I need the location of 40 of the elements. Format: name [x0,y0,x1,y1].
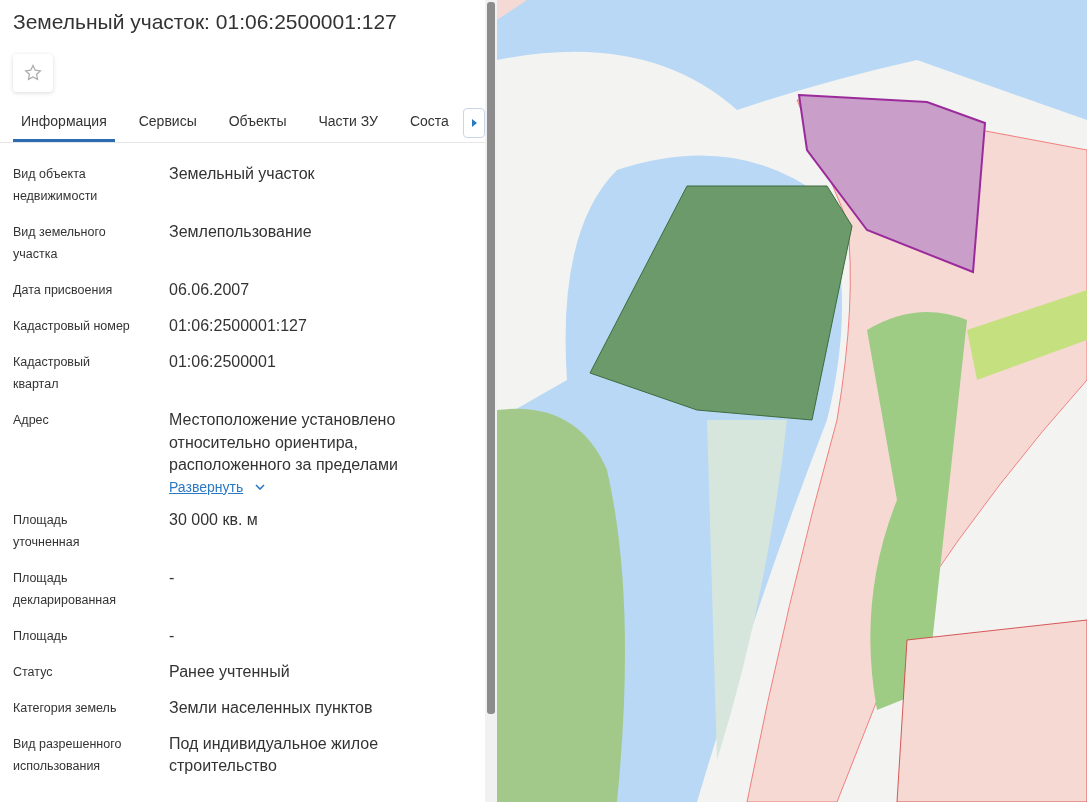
tab[interactable]: Информация [13,104,115,142]
chevron-down-icon [255,483,266,490]
field-label: Категория земель [13,699,118,717]
field-value: Землепользование [169,222,313,242]
field-value: 01:06:2500001 [169,352,277,372]
scrollbar-thumb[interactable] [487,2,495,714]
expand-link[interactable]: Развернуть [169,478,244,495]
tab[interactable]: Сервисы [130,104,205,142]
tab[interactable]: Объекты [220,104,295,142]
field-value: - [169,567,176,588]
caret-icon [470,119,477,127]
field-value: - [169,625,176,646]
field-label: Вид земельного участка [13,224,107,263]
field-label: Площадь декларированная [13,569,117,609]
field-value: 06.06.2007 [169,280,251,300]
field-value: Ранее учтенный [169,661,291,682]
field-label: Дата присвоения [13,282,114,299]
favorite-button[interactable] [13,54,53,92]
field-value: 01:06:2500001:127 [169,316,308,336]
star-icon [23,63,43,83]
field-value: Местоположение установлено [169,410,397,430]
field-label: Площадь [13,627,69,645]
field-value: расположенного за пределами [169,455,399,475]
field-value: Под индивидуальное жилое строительство [169,733,380,776]
scroll-tabs-button[interactable] [462,108,485,138]
field-label: Адрес [13,412,50,429]
field-value: относительно ориентира, [169,432,359,453]
field-label: Вид разрешенного использования [13,735,123,775]
field-label: Площадь уточненная [13,511,81,551]
field-label: Вид объекта недвижимости [13,166,99,205]
tab[interactable]: Части ЗУ [310,104,386,142]
field-label: Статус [13,663,54,681]
field-label: Кадастровый квартал [13,354,91,393]
field-value: Земельный участок [169,164,316,184]
tab[interactable]: Соста [401,104,457,142]
field-value: Земли населенных пунктов [169,697,374,718]
field-value: 30 000 кв. м [169,509,259,530]
map-drawing[interactable] [497,0,1087,802]
page-title: Земельный участок: 01:06:2500001:127 [13,10,398,34]
field-label: Кадастровый номер [13,318,131,335]
